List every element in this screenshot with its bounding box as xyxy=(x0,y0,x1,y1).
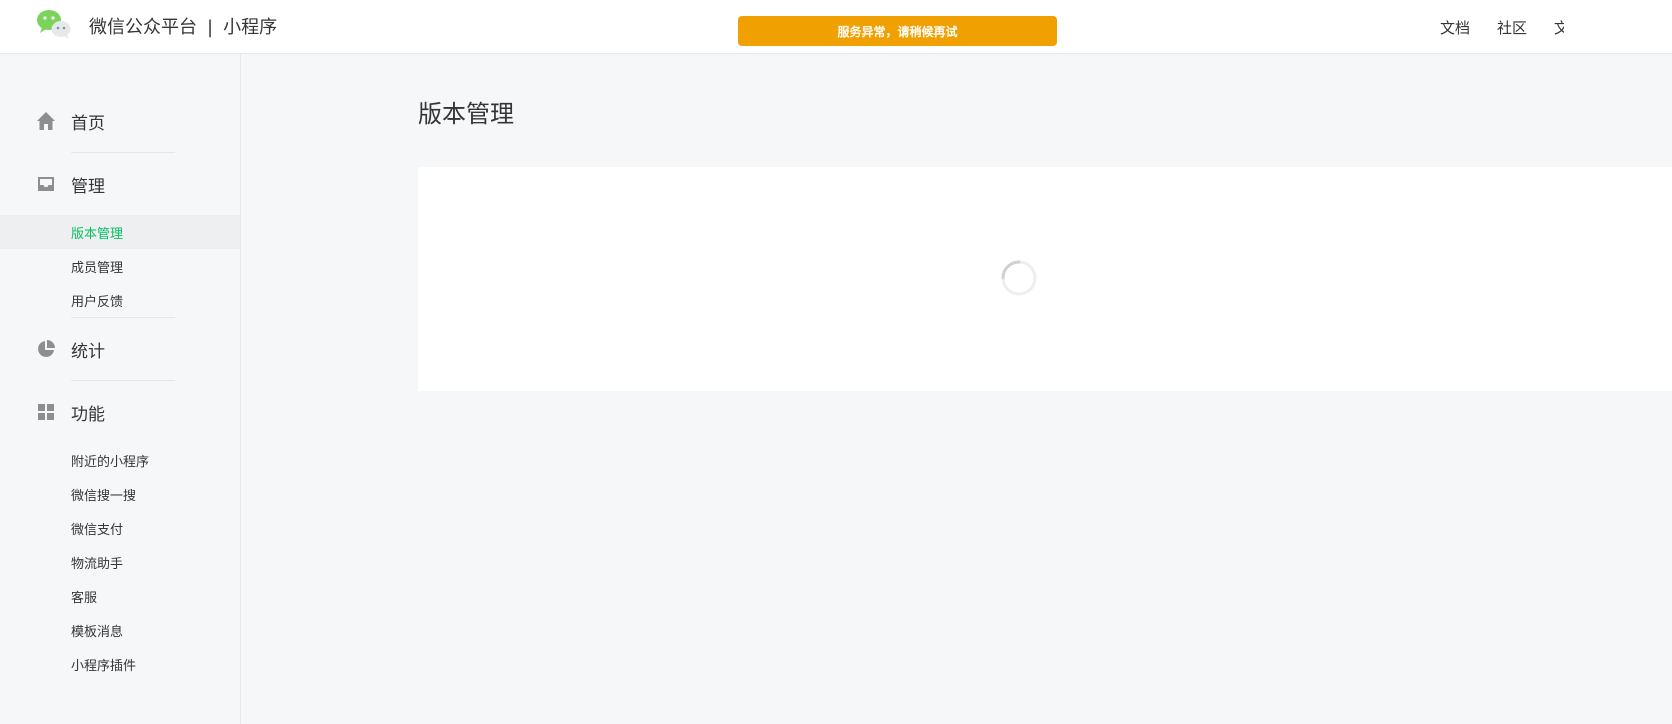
sidebar-subitem-logistics[interactable]: 物流助手 xyxy=(0,545,240,579)
brand-separator: | xyxy=(207,17,214,38)
sidebar-subitem-wechat-pay[interactable]: 微信支付 xyxy=(0,511,240,545)
nav-group-management: 管理 版本管理 成员管理 用户反馈 xyxy=(0,153,240,317)
page-title: 版本管理 xyxy=(418,100,514,128)
sidebar-item-label: 功能 xyxy=(71,404,105,425)
top-links: 文档 社区 文 xyxy=(1440,17,1564,38)
sidebar: 首页 管理 版本管理 成员管理 用户反馈 统计 功能 附近的小程序 微信搜一搜 … xyxy=(0,54,241,724)
sidebar-item-management[interactable]: 管理 xyxy=(0,153,240,215)
sidebar-item-label: 统计 xyxy=(71,341,105,362)
sidebar-subitem-wechat-search[interactable]: 微信搜一搜 xyxy=(0,477,240,511)
alert-text: 服务异常，请稍候再试 xyxy=(837,24,958,39)
brand-name: 微信公众平台 xyxy=(89,17,197,38)
nav-group-features: 功能 附近的小程序 微信搜一搜 微信支付 物流助手 客服 模板消息 小程序插件 xyxy=(0,381,240,681)
sidebar-subitem-user-feedback[interactable]: 用户反馈 xyxy=(0,283,240,317)
sidebar-item-features[interactable]: 功能 xyxy=(0,381,240,443)
sidebar-item-label: 管理 xyxy=(71,176,105,197)
product-name: 小程序 xyxy=(223,17,278,38)
sidebar-subitem-version-management[interactable]: 版本管理 xyxy=(0,215,240,249)
sidebar-subitem-plugins[interactable]: 小程序插件 xyxy=(0,647,240,681)
grid-icon xyxy=(36,402,56,422)
docs-link[interactable]: 文档 xyxy=(1440,17,1470,38)
content-card xyxy=(418,167,1672,391)
wechat-logo-icon[interactable] xyxy=(36,8,72,40)
sidebar-subitem-member-management[interactable]: 成员管理 xyxy=(0,249,240,283)
nav-group-home: 首页 xyxy=(0,90,240,152)
top-header: 微信公众平台 | 小程序 服务异常，请稍候再试 文档 社区 文 xyxy=(0,0,1672,54)
brand-title[interactable]: 微信公众平台 | 小程序 xyxy=(89,13,277,39)
sidebar-subitem-nearby-miniprogram[interactable]: 附近的小程序 xyxy=(0,443,240,477)
community-link[interactable]: 社区 xyxy=(1497,17,1527,38)
truncated-link[interactable]: 文 xyxy=(1554,17,1564,38)
home-icon xyxy=(36,111,56,131)
sidebar-item-statistics[interactable]: 统计 xyxy=(0,318,240,380)
service-error-alert: 服务异常，请稍候再试 xyxy=(738,16,1057,46)
sidebar-item-label: 首页 xyxy=(71,113,105,134)
pie-chart-icon xyxy=(36,339,56,359)
sidebar-item-home[interactable]: 首页 xyxy=(0,90,240,152)
inbox-icon xyxy=(36,174,56,194)
loading-spinner-icon xyxy=(1000,259,1038,297)
sidebar-subitem-template-message[interactable]: 模板消息 xyxy=(0,613,240,647)
sidebar-subitem-customer-service[interactable]: 客服 xyxy=(0,579,240,613)
nav-group-statistics: 统计 xyxy=(0,318,240,380)
